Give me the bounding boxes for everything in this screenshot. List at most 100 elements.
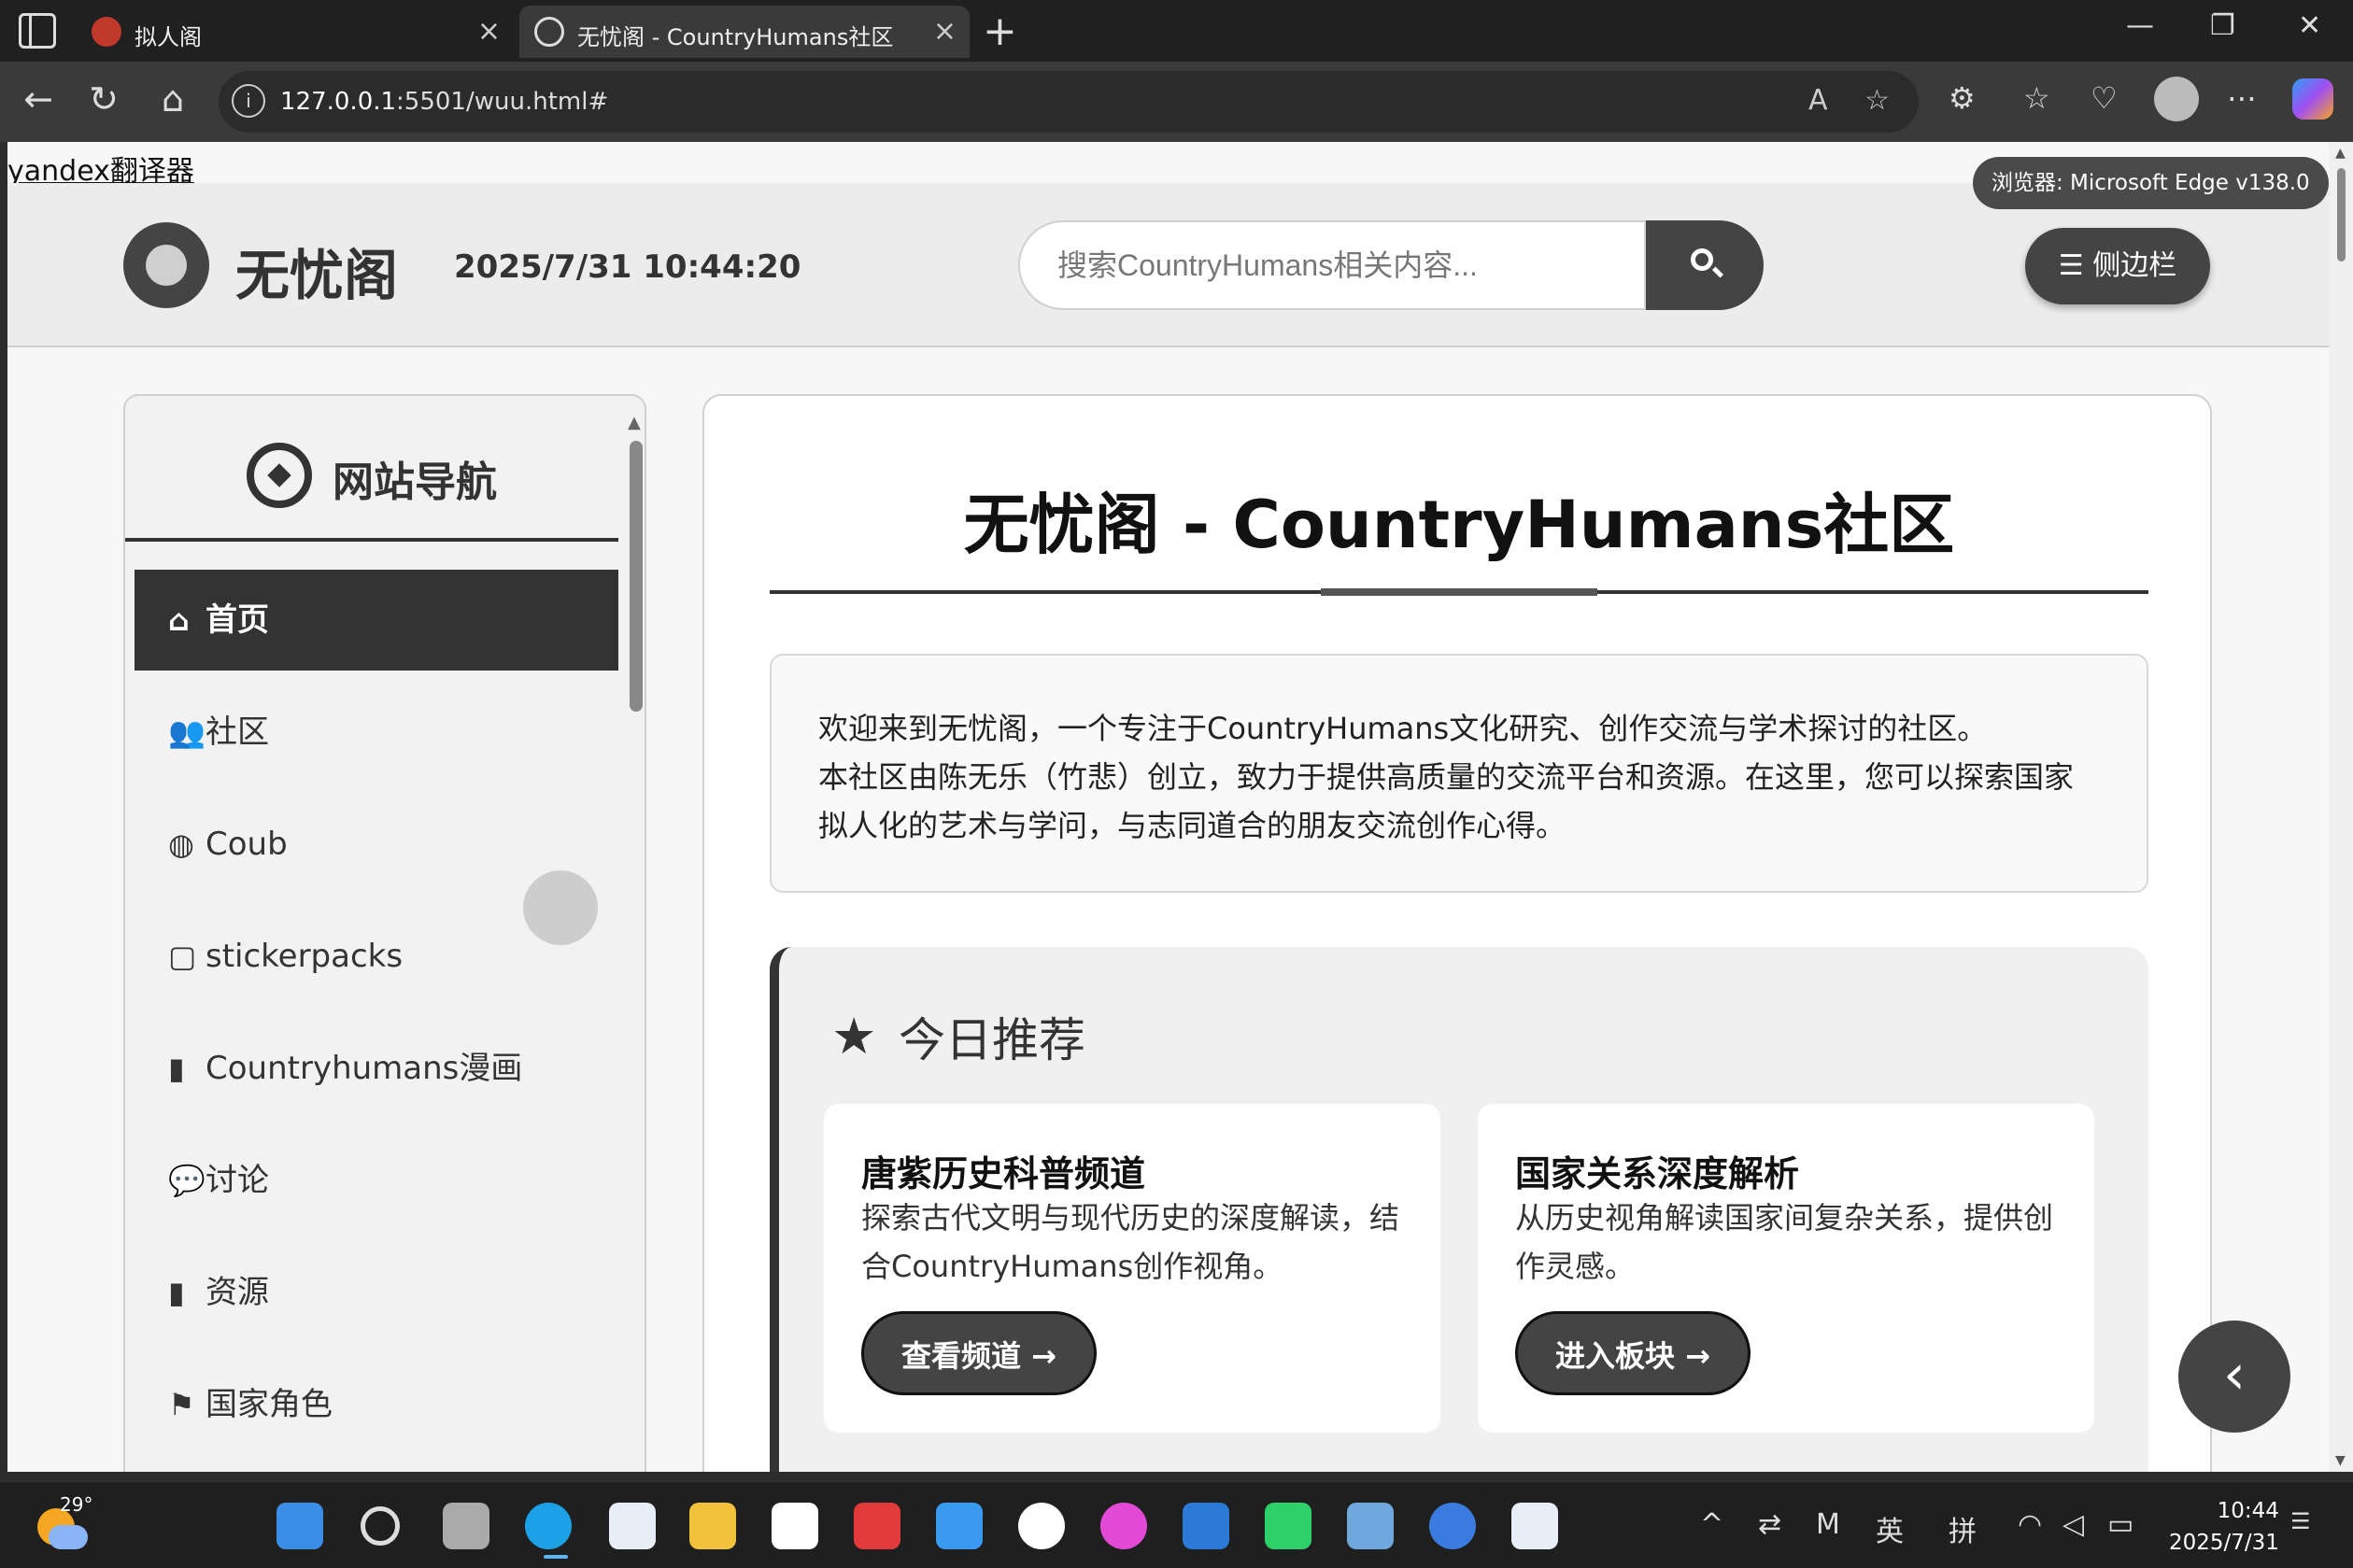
tray-chevron-icon[interactable]: ^ — [1700, 1508, 1723, 1541]
weather-widget[interactable]: 29° — [37, 1493, 92, 1553]
terminal-icon[interactable] — [1265, 1503, 1311, 1549]
sidebar-toggle-label: 侧边栏 — [2092, 249, 2177, 282]
tray-settings-icon[interactable]: ⇄ — [1758, 1508, 1781, 1541]
wifi-icon[interactable]: ◠ — [2018, 1508, 2042, 1541]
clock-date: 2025/7/31 — [2169, 1531, 2279, 1555]
sidebar-item-label: 社区 — [206, 713, 269, 751]
new-tab-icon[interactable]: + — [983, 7, 1017, 55]
file-explorer-icon[interactable] — [689, 1503, 736, 1549]
tray-app-icon[interactable]: M — [1816, 1508, 1840, 1541]
browser-essentials-icon[interactable]: ♡ — [2091, 80, 2118, 116]
profile-avatar[interactable] — [2154, 77, 2199, 121]
sidebar-item-discussion[interactable]: 💬讨论 — [135, 1130, 618, 1231]
address-bar[interactable]: i 127.0.0.1:5501/wuu.html# A ☆ — [219, 71, 1919, 133]
sidebar-item-label: stickerpacks — [206, 938, 404, 975]
minimize-icon[interactable]: — — [2126, 9, 2154, 42]
home-icon: ⌂ — [168, 602, 190, 638]
system-clock[interactable]: 10:44 2025/7/31 — [2169, 1495, 2279, 1559]
favorite-star-icon[interactable]: ☆ — [1864, 84, 1890, 117]
title-divider-accent — [1321, 588, 1597, 596]
sidebar-item-label: Coub — [206, 826, 288, 863]
tab-niren[interactable]: 拟人阁 × — [77, 6, 514, 58]
monitor-icon[interactable] — [1347, 1503, 1394, 1549]
tab-actions-icon[interactable] — [19, 13, 56, 49]
tab-wuyouge[interactable]: 无忧阁 - CountryHumans社区 × — [519, 6, 970, 58]
favorites-icon[interactable]: ☆ — [2023, 80, 2050, 116]
back-icon[interactable]: ← — [15, 78, 62, 120]
back-chevron-button[interactable]: ‹ — [2178, 1321, 2290, 1433]
temperature: 29° — [60, 1493, 93, 1516]
page-scrollbar[interactable]: ▲ ▼ — [2330, 142, 2353, 1472]
recommend-section: ★ 今日推荐 唐紫历史科普频道 探索古代文明与现代历史的深度解读，结合Count… — [770, 947, 2148, 1472]
sidebar-item-label: 首页 — [206, 601, 269, 639]
input-method-pinyin[interactable]: 拼 — [1949, 1508, 1977, 1549]
volume-icon[interactable]: ◁ — [2062, 1508, 2084, 1541]
edge-active-indicator — [544, 1555, 568, 1559]
view-channel-button[interactable]: 查看频道 → — [861, 1311, 1097, 1395]
compass-icon — [247, 443, 312, 508]
start-icon[interactable] — [276, 1503, 323, 1549]
site-header: 无忧阁 2025/7/31 10:44:20 ☰ 侧边栏 — [7, 183, 2330, 347]
read-aloud-icon[interactable]: A — [1808, 84, 1828, 117]
sidebar-scroll-thumb[interactable] — [630, 441, 643, 712]
search-input[interactable] — [1018, 220, 1646, 310]
app-m-icon[interactable] — [609, 1503, 656, 1549]
scroll-up-icon[interactable]: ▲ — [628, 413, 641, 432]
ai-app-icon[interactable] — [1100, 1503, 1147, 1549]
sticky-note-icon: ▢ — [168, 939, 197, 974]
search-icon — [1691, 248, 1713, 271]
star-icon: ★ — [831, 1007, 877, 1066]
cloud-app-icon[interactable] — [936, 1503, 983, 1549]
browser-info-badge: 浏览器: Microsoft Edge v138.0 — [1973, 157, 2329, 209]
windows-taskbar: 29° ^ ⇄ M 英 拼 ◠ ◁ ▭ 10:44 2025/7/31 ☰ — [0, 1481, 2353, 1568]
url-text: 127.0.0.1:5501/wuu.html# — [280, 88, 609, 116]
battery-icon[interactable]: ▭ — [2107, 1508, 2133, 1541]
sidebar-scrollbar[interactable]: ▲ — [628, 413, 643, 1472]
task-view-icon[interactable] — [443, 1503, 489, 1549]
copilot-icon[interactable] — [2292, 78, 2333, 120]
edge-icon[interactable] — [525, 1503, 572, 1549]
enter-section-button[interactable]: 进入板块 → — [1515, 1311, 1751, 1395]
vscode-icon[interactable] — [1183, 1503, 1229, 1549]
home-icon[interactable]: ⌂ — [149, 78, 196, 120]
scroll-up-icon[interactable]: ▲ — [2335, 146, 2346, 161]
sidebar-item-resources[interactable]: ▮ 资源 — [135, 1242, 618, 1343]
sidebar-item-community[interactable]: 👥社区 — [135, 682, 618, 783]
sidebar-item-comics[interactable]: ▮ Countryhumans漫画 — [135, 1018, 618, 1119]
browser-tab-bar: 拟人阁 × 无忧阁 - CountryHumans社区 × + — ❐ ✕ — [0, 0, 2353, 62]
input-lang-en[interactable]: 英 — [1876, 1508, 1904, 1549]
scroll-down-icon[interactable]: ▼ — [2335, 1453, 2346, 1468]
intro-line-1: 欢迎来到无忧阁，一个专注于CountryHumans文化研究、创作交流与学术探讨… — [818, 711, 1988, 746]
close-window-icon[interactable]: ✕ — [2298, 9, 2321, 42]
sidebar-item-home[interactable]: ⌂ 首页 — [135, 570, 618, 671]
yandex-icon[interactable] — [1018, 1503, 1065, 1549]
close-tab-icon[interactable]: × — [933, 15, 957, 48]
search-button[interactable] — [1646, 220, 1764, 310]
recommend-title: 今日推荐 — [899, 1013, 1085, 1067]
tab-favicon-icon — [92, 17, 121, 47]
recommend-card: 国家关系深度解析 从历史视角解读国家间复杂关系，提供创作灵感。 进入板块 → — [1478, 1104, 2094, 1433]
extensions-icon[interactable]: ⚙ — [1949, 80, 1976, 116]
more-menu-icon[interactable]: ⋯ — [2227, 80, 2257, 116]
sidebar-item-characters[interactable]: ⚑ 国家角色 — [135, 1354, 618, 1455]
huawei-icon[interactable] — [854, 1503, 900, 1549]
restore-icon[interactable]: ❐ — [2210, 9, 2235, 42]
globe-icon — [534, 17, 564, 47]
intro-box: 欢迎来到无忧阁，一个专注于CountryHumans文化研究、创作交流与学术探讨… — [770, 654, 2148, 893]
flag-icon: ⚑ — [168, 1387, 195, 1422]
refresh-icon[interactable]: ↻ — [80, 78, 127, 120]
card-description: 从历史视角解读国家间复杂关系，提供创作灵感。 — [1515, 1200, 2054, 1284]
close-tab-icon[interactable]: × — [477, 15, 501, 48]
app-m2-icon[interactable] — [1511, 1503, 1558, 1549]
notification-icon[interactable]: ☰ — [2290, 1508, 2311, 1534]
sidebar-toggle-button[interactable]: ☰ 侧边栏 — [2025, 228, 2210, 304]
site-logo-name: 无忧阁 — [235, 244, 399, 307]
logo-globe-icon — [123, 222, 209, 308]
site-info-icon[interactable]: i — [232, 84, 265, 118]
store-icon[interactable] — [772, 1503, 818, 1549]
comments-icon: 💬 — [168, 1163, 206, 1198]
network-app-icon[interactable] — [1429, 1503, 1476, 1549]
page-scroll-thumb[interactable] — [2337, 168, 2346, 261]
search-taskbar-icon[interactable] — [361, 1506, 400, 1546]
main-content-card: 无忧阁 - CountryHumans社区 欢迎来到无忧阁，一个专注于Count… — [702, 394, 2212, 1472]
